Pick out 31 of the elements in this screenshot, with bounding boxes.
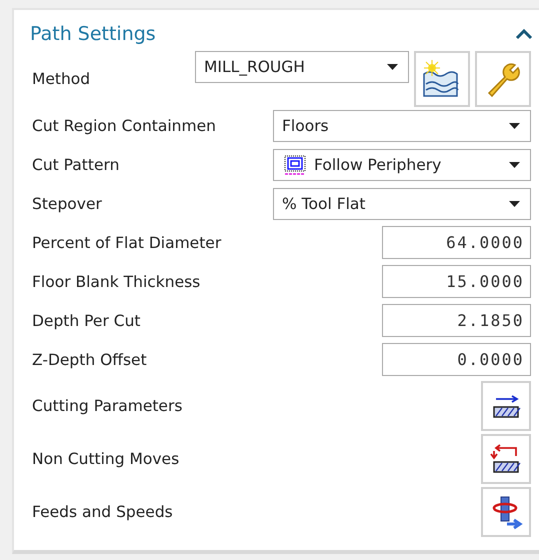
concentric-squares-icon [282,154,308,176]
action-label: Feeds and Speeds [32,502,173,520]
dropdown-arrow-icon [509,200,520,206]
dialog-button[interactable] [481,434,531,484]
dialog-button[interactable] [481,486,531,536]
create-method-button[interactable] [414,51,470,107]
field-label: Depth Per Cut [32,312,140,330]
number-field[interactable]: 0.0000 [382,343,531,376]
field-label: Stepover [32,194,102,212]
select-dropdown[interactable]: Floors [273,110,531,142]
field-label: Cut Region Containmen [32,116,216,134]
number-field[interactable]: 15.0000 [382,265,531,298]
dropdown-arrow-icon [387,64,398,70]
action-label: Non Cutting Moves [32,450,180,468]
select-dropdown[interactable]: % Tool Flat [273,188,531,220]
panel-title: Path Settings [30,23,156,45]
dialog-button[interactable] [481,380,531,430]
field-label: Method [32,70,90,88]
field-label: Floor Blank Thickness [32,272,200,290]
field-label: Percent of Flat Diameter [32,234,222,252]
edit-method-button[interactable] [475,51,531,107]
action-label: Cutting Parameters [32,396,182,414]
dropdown-arrow-icon [509,162,520,168]
number-field[interactable]: 64.0000 [382,226,531,259]
select-dropdown[interactable]: Follow Periphery [273,148,531,180]
field-label: Cut Pattern [32,156,120,174]
dropdown-arrow-icon [509,122,520,128]
number-field[interactable]: 2.1850 [382,304,531,337]
field-label: Z-Depth Offset [32,350,147,368]
method-dropdown[interactable]: MILL_ROUGH [195,51,409,83]
collapse-icon[interactable] [515,28,533,40]
